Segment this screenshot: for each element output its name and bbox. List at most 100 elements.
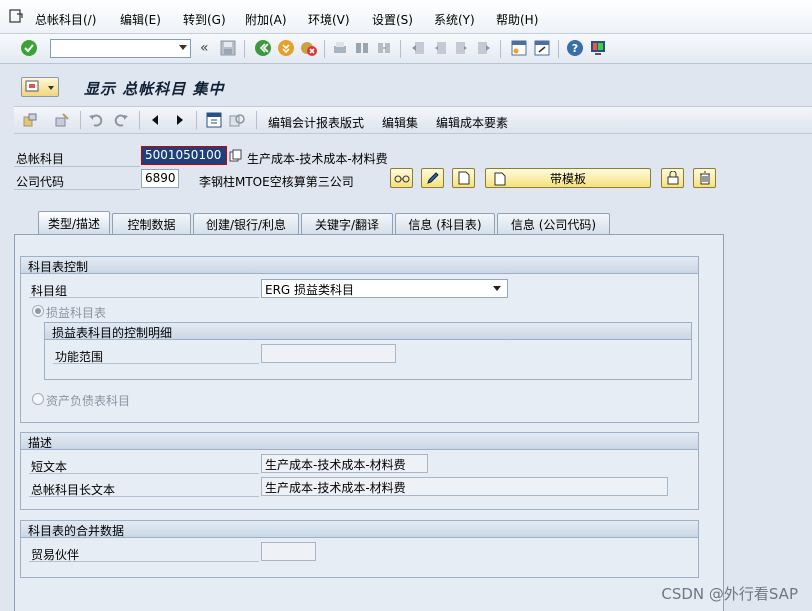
label-underline <box>14 166 140 167</box>
company-code-field[interactable]: 6890 <box>141 169 179 188</box>
pencil-icon <box>426 172 439 184</box>
lock-button[interactable] <box>661 168 684 188</box>
help-icon[interactable]: ? <box>566 39 584 57</box>
undo-icon[interactable] <box>88 112 104 128</box>
menu-edit[interactable]: 编辑(E) <box>120 11 161 28</box>
redo-icon[interactable] <box>113 112 129 128</box>
gl-account-label: 总帐科目 <box>16 152 65 166</box>
tab-info-company-code[interactable]: 信息 (公司代码) <box>497 213 610 234</box>
gl-account-field[interactable]: 5001050100 <box>141 146 227 165</box>
cancel-icon[interactable] <box>300 39 318 57</box>
label-underline <box>14 189 140 190</box>
glasses-icon <box>394 175 409 183</box>
previous-icon[interactable] <box>149 113 161 127</box>
chevron-down-icon <box>48 86 54 90</box>
previous-page-icon[interactable] <box>432 40 448 56</box>
find-icon[interactable] <box>354 40 370 56</box>
group-coa-title: 科目表控制 <box>21 257 698 274</box>
toolbar-separator <box>256 111 257 129</box>
radio-selected-dot <box>35 308 41 314</box>
toolbar-separator <box>324 40 325 58</box>
company-code-description: 李钢柱MTOE空核算第三公司 <box>199 175 354 189</box>
command-field[interactable] <box>50 39 191 58</box>
new-session-icon[interactable] <box>510 39 528 57</box>
other-object-icon[interactable] <box>229 112 245 128</box>
edit-cost-element-button[interactable]: 编辑成本要素 <box>436 114 508 131</box>
watermark: CSDN @外行看SAP <box>661 585 798 603</box>
toolbar-separator <box>196 111 197 129</box>
tab-type-description[interactable]: 类型/描述 <box>38 211 110 235</box>
menu-settings[interactable]: 设置(S) <box>372 11 413 28</box>
lock-icon <box>667 171 678 185</box>
svg-text:?: ? <box>572 42 578 55</box>
group-description-title: 描述 <box>21 433 698 450</box>
label-underline <box>29 297 259 298</box>
group-pl-detail-title: 损益表科目的控制明细 <box>45 323 691 340</box>
shortcut-icon[interactable] <box>533 39 551 57</box>
group-consolidation: 科目表的合并数据 <box>20 520 699 578</box>
create-icon[interactable] <box>54 112 70 128</box>
sap-menu-icon[interactable] <box>8 8 24 24</box>
long-text-field[interactable]: 生产成本-技术成本-材料费 <box>261 477 668 496</box>
layout-menu-icon[interactable] <box>589 39 607 57</box>
toolbar-separator <box>500 40 501 58</box>
next-icon[interactable] <box>174 113 186 127</box>
menu-help[interactable]: 帮助(H) <box>496 11 538 28</box>
tab-create-bank-interest[interactable]: 创建/银行/利息 <box>193 213 299 234</box>
pl-account-radio[interactable] <box>32 305 44 317</box>
tab-info-coa[interactable]: 信息 (科目表) <box>395 213 495 234</box>
toolbar-separator <box>400 40 401 58</box>
chevron-down-icon[interactable] <box>493 286 501 291</box>
menu-toggle-button[interactable] <box>21 77 59 97</box>
tab-keyword-translation[interactable]: 关键字/翻译 <box>301 213 393 234</box>
bs-account-radio[interactable] <box>32 393 44 405</box>
label-underline <box>29 561 259 562</box>
screen-icon <box>25 80 39 92</box>
first-page-icon[interactable] <box>410 40 426 56</box>
copy-icon[interactable] <box>229 149 242 162</box>
switch-icon[interactable] <box>22 112 38 128</box>
trash-icon <box>699 171 710 185</box>
save-icon[interactable] <box>220 40 236 56</box>
page-title: 显示 总帐科目 集中 <box>84 80 225 98</box>
gl-account-description: 生产成本-技术成本-材料费 <box>247 152 388 166</box>
account-group-value: ERG 损益类科目 <box>265 283 355 297</box>
next-page-icon[interactable] <box>454 40 470 56</box>
menu-system[interactable]: 系统(Y) <box>434 11 475 28</box>
enter-check-icon[interactable] <box>20 39 38 57</box>
toolbar-separator <box>80 111 81 129</box>
trading-partner-field[interactable] <box>261 542 316 561</box>
exit-icon[interactable] <box>277 39 295 57</box>
group-consolidation-title: 科目表的合并数据 <box>21 521 698 538</box>
functional-area-field[interactable] <box>261 344 396 363</box>
create-doc-button[interactable] <box>452 168 475 188</box>
toolbar-separator <box>139 111 140 129</box>
back-icon[interactable] <box>254 39 272 57</box>
toolbar-separator <box>558 40 559 58</box>
tab-control-data[interactable]: 控制数据 <box>112 213 191 234</box>
display-change-icon[interactable] <box>206 112 222 128</box>
print-icon[interactable] <box>332 40 348 56</box>
edit-set-button[interactable]: 编辑集 <box>382 114 418 131</box>
label-underline <box>53 363 259 364</box>
menu-environment[interactable]: 环境(V) <box>308 11 350 28</box>
find-next-icon[interactable] <box>376 40 392 56</box>
bs-account-label: 资产负债表科目 <box>46 394 131 408</box>
company-code-label: 公司代码 <box>16 175 65 189</box>
document-icon <box>458 171 469 185</box>
last-page-icon[interactable] <box>476 40 492 56</box>
with-template-button[interactable]: 带模板 <box>485 168 651 188</box>
chevron-down-icon[interactable] <box>179 45 187 50</box>
account-group-select[interactable]: ERG 损益类科目 <box>261 279 508 298</box>
edit-fs-version-button[interactable]: 编辑会计报表版式 <box>268 114 364 131</box>
short-text-field[interactable]: 生产成本-技术成本-材料费 <box>261 454 428 473</box>
document-icon <box>494 172 506 186</box>
double-left-icon[interactable]: « <box>200 40 209 56</box>
menu-goto[interactable]: 转到(G) <box>183 11 226 28</box>
menu-gl-account[interactable]: 总帐科目(/) <box>35 11 96 28</box>
glasses-button[interactable] <box>390 168 413 188</box>
pl-account-label: 损益科目表 <box>46 306 107 320</box>
menu-extras[interactable]: 附加(A) <box>245 11 287 28</box>
delete-button[interactable] <box>693 168 716 188</box>
edit-button[interactable] <box>421 168 444 188</box>
